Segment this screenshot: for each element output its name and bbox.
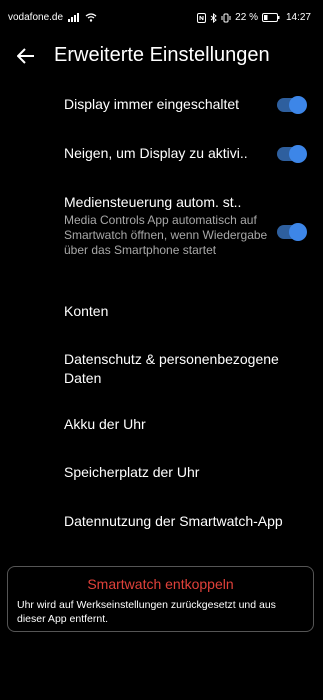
unpair-card: Smartwatch entkoppeln Uhr wird auf Werks…: [7, 566, 314, 632]
setting-label: Datenschutz & personenbezogene Daten: [64, 351, 279, 386]
toggle-thumb: [289, 96, 307, 114]
nfc-icon: [197, 12, 207, 23]
setting-watch-battery[interactable]: Akku der Uhr: [64, 416, 323, 432]
bluetooth-icon: [210, 12, 217, 23]
unpair-note: Uhr wird auf Werkseinstellungen zurückge…: [17, 599, 276, 625]
carrier-label: vodafone.de: [8, 12, 64, 23]
always-on-display-toggle[interactable]: [277, 96, 307, 114]
setting-accounts[interactable]: Konten: [64, 303, 323, 319]
setting-label: Datennutzung der Smartwatch-App: [64, 513, 283, 529]
clock: 14:27: [285, 12, 311, 23]
toggle-thumb: [289, 223, 307, 241]
header: Erweiterte Einstellungen: [0, 36, 323, 80]
setting-privacy[interactable]: Datenschutz & personenbezogene Daten: [64, 350, 323, 388]
setting-label: Akku der Uhr: [64, 416, 146, 432]
page-title: Erweiterte Einstellungen: [54, 44, 270, 66]
media-controls-toggle[interactable]: [277, 223, 307, 241]
setting-label: Mediensteuerung autom. st..: [64, 194, 242, 210]
back-button[interactable]: [12, 44, 40, 72]
status-bar: vodafone.de 22 % 14:27: [0, 0, 323, 36]
setting-label: Konten: [64, 303, 109, 319]
arrow-left-icon: [16, 47, 35, 69]
battery-icon: [261, 13, 280, 22]
setting-watch-storage[interactable]: Speicherplatz der Uhr: [64, 464, 323, 480]
setting-description: Media Controls App automatisch auf Smart…: [64, 213, 268, 257]
setting-data-usage[interactable]: Datennutzung der Smartwatch-App: [64, 513, 323, 529]
toggle-thumb: [289, 145, 307, 163]
battery-percent: 22 %: [235, 12, 258, 23]
vibrate-icon: [221, 13, 231, 23]
setting-label: Speicherplatz der Uhr: [64, 464, 200, 480]
wifi-icon: [85, 13, 97, 22]
signal-icon: [68, 13, 80, 22]
tilt-to-wake-toggle[interactable]: [277, 145, 307, 163]
unpair-button[interactable]: Smartwatch entkoppeln: [8, 576, 313, 592]
